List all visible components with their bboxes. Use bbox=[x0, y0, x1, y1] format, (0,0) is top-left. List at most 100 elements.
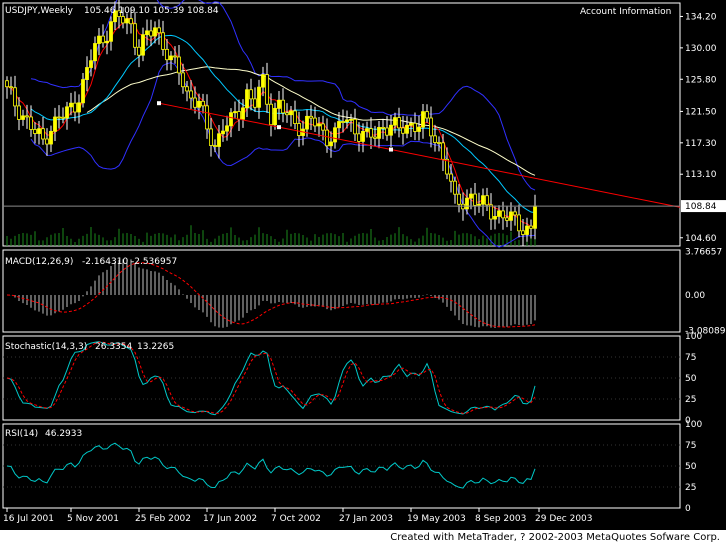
candle-body bbox=[389, 124, 393, 136]
stochastic-axis-label: 25 bbox=[685, 395, 696, 405]
stochastic-label: Stochastic(14,3,3) bbox=[5, 342, 87, 352]
candle-body bbox=[481, 195, 485, 205]
candle-body bbox=[365, 128, 369, 132]
candle-body bbox=[225, 125, 229, 132]
candle-body bbox=[153, 27, 157, 37]
time-axis-label: 25 Feb 2002 bbox=[135, 514, 191, 524]
candle-body bbox=[157, 27, 161, 34]
candle-body bbox=[77, 102, 81, 113]
candle-body bbox=[29, 116, 33, 130]
candle-body bbox=[25, 115, 29, 118]
candle-body bbox=[361, 130, 365, 142]
macd-signal-value: -2.536957 bbox=[131, 257, 177, 267]
candle-body bbox=[13, 87, 17, 107]
candle-body bbox=[125, 18, 129, 24]
time-axis-label: 17 Jun 2002 bbox=[203, 514, 257, 524]
candle-body bbox=[213, 145, 217, 147]
macd-signal-line bbox=[6, 262, 536, 328]
time-axis-label: 27 Jan 2003 bbox=[339, 514, 393, 524]
candle-body bbox=[405, 124, 409, 134]
macd-main-value: -2.164310 bbox=[82, 257, 128, 267]
candle-body bbox=[373, 136, 377, 139]
candle-body bbox=[329, 141, 333, 147]
candle-body bbox=[137, 46, 141, 56]
candle-body bbox=[401, 127, 405, 134]
candle-body bbox=[205, 105, 209, 130]
candle-body bbox=[325, 129, 329, 147]
candle-body bbox=[9, 86, 13, 89]
candle-body bbox=[513, 211, 517, 216]
candle-body bbox=[433, 135, 437, 143]
candle-body bbox=[473, 193, 477, 206]
candle-body bbox=[421, 111, 425, 128]
candle-body bbox=[489, 204, 493, 220]
stochastic-axis-label: 75 bbox=[685, 353, 696, 363]
candle-body bbox=[393, 117, 397, 126]
candle-body bbox=[145, 30, 149, 36]
candle-body bbox=[453, 180, 457, 195]
candle-body bbox=[65, 106, 69, 119]
candle-body bbox=[257, 86, 261, 108]
candle-body bbox=[277, 99, 281, 109]
candle-body bbox=[129, 18, 133, 25]
candle-body bbox=[377, 127, 381, 139]
price-axis-label: 130.00 bbox=[685, 44, 717, 54]
candle-body bbox=[121, 16, 125, 24]
candle-body bbox=[69, 102, 73, 108]
candle-body bbox=[297, 123, 301, 136]
price-axis-label: 125.80 bbox=[685, 75, 717, 85]
current-price-label: 108.84 bbox=[685, 202, 717, 212]
candle-body bbox=[321, 123, 325, 131]
candle-body bbox=[265, 74, 269, 105]
stochastic-axis-label: 50 bbox=[685, 374, 697, 384]
stochastic-axis-label: 0 bbox=[685, 416, 691, 426]
candle-body bbox=[509, 211, 513, 221]
price-axis-label: 134.20 bbox=[685, 12, 717, 22]
candle-body bbox=[525, 225, 529, 235]
candle-body bbox=[97, 35, 101, 44]
price-axis-label: 113.10 bbox=[685, 170, 717, 180]
candle-body bbox=[381, 127, 385, 129]
macd-label: MACD(12,26,9) bbox=[5, 257, 73, 267]
candle-body bbox=[293, 110, 297, 124]
candle-body bbox=[209, 128, 213, 146]
candle-body bbox=[437, 142, 441, 144]
candle-body bbox=[505, 217, 509, 221]
candle-body bbox=[33, 129, 37, 134]
candle-body bbox=[501, 210, 505, 219]
candle-body bbox=[457, 193, 461, 205]
candle-body bbox=[349, 118, 353, 121]
candle-body bbox=[285, 112, 289, 116]
candle-body bbox=[281, 99, 285, 114]
candle-body bbox=[493, 216, 497, 220]
price-axis-label: 104.60 bbox=[685, 234, 717, 244]
rsi-label: RSI(14) bbox=[5, 429, 38, 439]
candle-body bbox=[497, 210, 501, 217]
candle-body bbox=[341, 121, 345, 123]
candle-body bbox=[229, 112, 233, 127]
candle-body bbox=[5, 80, 9, 88]
candle-body bbox=[141, 34, 145, 56]
trendline-anchor bbox=[389, 147, 393, 152]
account-information-label[interactable]: Account Information bbox=[580, 7, 671, 17]
candle-body bbox=[429, 117, 433, 137]
trendline-anchor bbox=[157, 101, 161, 106]
candle-body bbox=[181, 72, 185, 88]
candle-body bbox=[17, 105, 21, 120]
candle-body bbox=[233, 111, 237, 114]
candle-body bbox=[445, 158, 449, 175]
price-axis-label: 117.30 bbox=[685, 139, 717, 149]
time-axis-label: 16 Jul 2001 bbox=[3, 514, 54, 524]
candle-body bbox=[253, 98, 257, 108]
candle-body bbox=[353, 118, 357, 135]
metatrader-chart: USDJPY,Weekly 105.46 109.10 105.39 108.8… bbox=[2, 0, 726, 524]
candle-body bbox=[269, 103, 273, 126]
candle-body bbox=[521, 230, 525, 235]
stochastic-axis-label: 100 bbox=[685, 332, 702, 342]
rsi-axis-label: 75 bbox=[685, 441, 696, 451]
candle-body bbox=[165, 48, 169, 61]
ohlc-readout: 105.46 109.10 105.39 108.84 bbox=[84, 6, 219, 16]
candle-body bbox=[425, 111, 429, 119]
candle-body bbox=[369, 128, 373, 138]
candle-body bbox=[173, 55, 177, 58]
